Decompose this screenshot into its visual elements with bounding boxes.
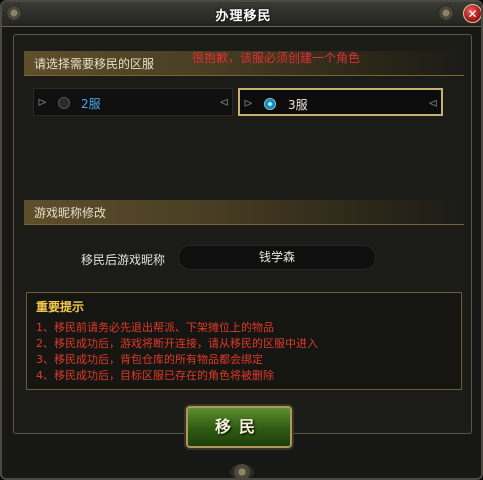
close-button[interactable]: ✕ (463, 4, 481, 23)
nickname-section-label: 游戏昵称修改 (34, 206, 107, 220)
chevron-right-icon: ⊳ (37, 95, 48, 109)
server-section-label: 请选择需要移民的区服 (34, 57, 155, 71)
notice-line: 1、移民前请务必先退出帮派、下架摊位上的物品 (36, 321, 274, 334)
migration-dialog: 办理移民 ✕ 请选择需要移民的区服 很抱歉，该服必须创建一个角色 ⊳ 2服 ⊲ … (0, 0, 483, 480)
server-option-3[interactable]: ⊳ 3服 ⊲ (238, 88, 443, 116)
radio-icon[interactable] (58, 97, 70, 109)
migrate-button[interactable]: 移民 (186, 406, 292, 448)
server-option-label: 3服 (288, 98, 308, 112)
notice-line: 3、移民成功后，背包仓库的所有物品都会绑定 (36, 353, 263, 366)
ornament-bottom-icon (230, 464, 254, 478)
title-bar: 办理移民 ✕ (2, 2, 481, 27)
dialog-title: 办理移民 (215, 9, 272, 24)
chevron-left-icon: ⊲ (218, 95, 229, 109)
important-notice: 重要提示 1、移民前请务必先退出帮派、下架摊位上的物品 2、移民成功后，游戏将断… (26, 292, 462, 390)
nickname-field-label: 移民后游戏昵称 (81, 253, 166, 267)
nickname-section-header: 游戏昵称修改 (24, 200, 464, 225)
notice-line: 2、移民成功后，游戏将断开连接，请从移民的区服中进入 (36, 337, 318, 350)
notice-line: 4、移民成功后，目标区服已存在的角色将被删除 (36, 369, 274, 382)
chevron-right-icon: ⊳ (243, 96, 254, 110)
server-option-label: 2服 (81, 97, 101, 111)
nickname-input[interactable]: 钱学森 (178, 245, 376, 270)
server-warning-text: 很抱歉，该服必须创建一个角色 (192, 51, 361, 65)
notice-title: 重要提示 (36, 300, 85, 314)
radio-selected-icon[interactable] (264, 98, 276, 110)
chevron-left-icon: ⊲ (427, 96, 438, 110)
server-option-2[interactable]: ⊳ 2服 ⊲ (33, 88, 233, 116)
